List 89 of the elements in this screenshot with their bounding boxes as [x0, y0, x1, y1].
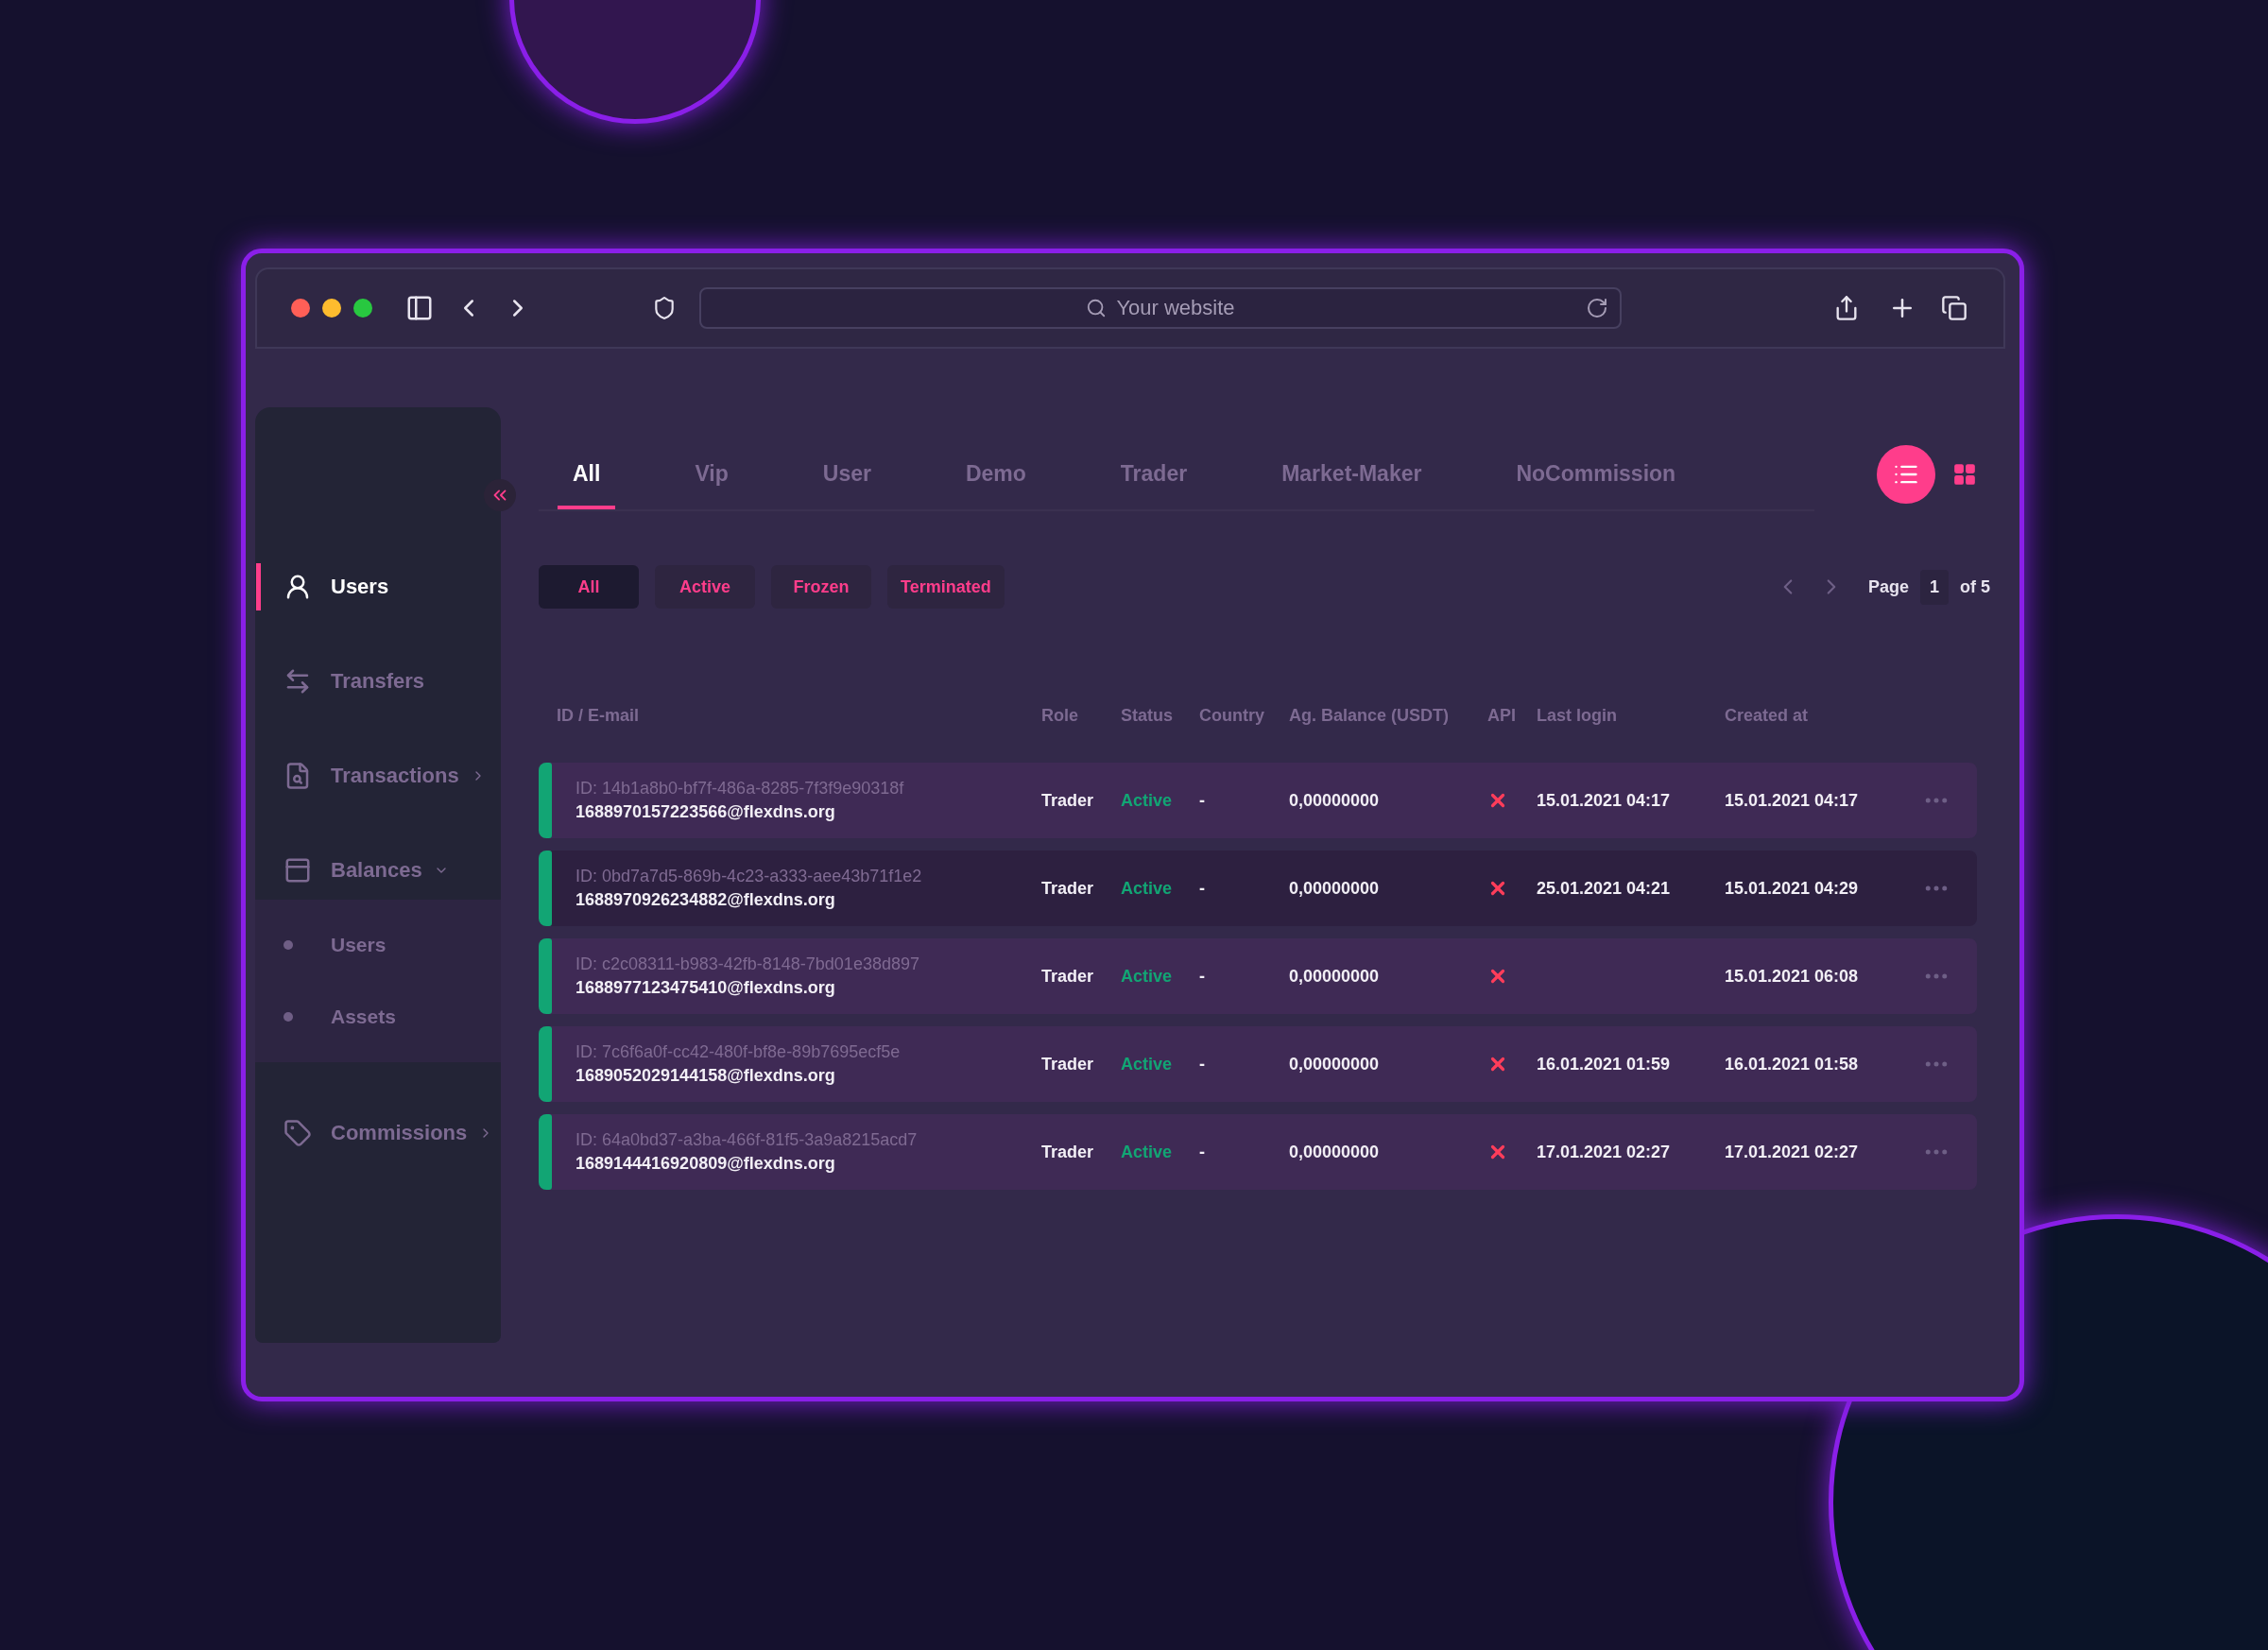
last-login-cell-text: 17.01.2021 02:27: [1537, 1142, 1672, 1162]
sidebar-item[interactable]: Users: [256, 563, 501, 610]
user-email: 1688977123475410@flexdns.org: [576, 978, 836, 998]
created-at-cell-text: 15.01.2021 06:08: [1725, 966, 1860, 987]
role-cell-text: Trader: [1041, 878, 1095, 899]
sidebar-item[interactable]: Transfers: [256, 658, 501, 705]
country-cell-text: -: [1199, 878, 1206, 899]
user-id: ID: 7c6f6a0f-cc42-480f-bf8e-89b7695ecf5e: [576, 1042, 902, 1062]
balance-cell-text: 0,00000000: [1289, 1054, 1381, 1074]
address-field[interactable]: Your website: [699, 287, 1622, 329]
address-placeholder: Your website: [1116, 296, 1235, 320]
reload-icon[interactable]: [1586, 297, 1608, 319]
sidebar-item[interactable]: Commissions: [256, 1109, 501, 1157]
user-id: ID: 64a0bd37-a3ba-466f-81f5-3a9a8215acd7: [576, 1130, 919, 1150]
filter-chip[interactable]: Frozen: [771, 565, 871, 609]
user-row[interactable]: ID: 14b1a8b0-bf7f-486a-8285-7f3f9e90318f 1688970157223566@flexdns.org Trader Active - 0,00000000 15.01.2021 04:17 15.01.2021 04:17: [539, 763, 1977, 838]
created-at-cell-text: 16.01.2021 01:58: [1725, 1054, 1860, 1074]
status-cell-text: Active: [1121, 1054, 1174, 1074]
last-login-cell-text: 25.01.2021 04:21: [1537, 878, 1672, 899]
column-header: API: [1487, 706, 1517, 726]
tab[interactable]: Vip: [679, 438, 744, 509]
balance-cell-text: 0,00000000: [1289, 1142, 1381, 1162]
status-cell-text: Active: [1121, 878, 1174, 899]
column-header: ID / E-mail: [557, 706, 641, 726]
tab[interactable]: Trader: [1105, 438, 1203, 509]
filter-chip[interactable]: All: [539, 565, 639, 609]
column-header: Status: [1121, 706, 1174, 726]
tab[interactable]: Market-Maker: [1266, 438, 1437, 509]
filter-chip[interactable]: Active: [655, 565, 755, 609]
user-email: 1689052029144158@flexdns.org: [576, 1066, 836, 1086]
user-id: ID: 0bd7a7d5-869b-4c23-a333-aee43b71f1e2: [576, 867, 923, 886]
user-email: 1688970926234882@flexdns.org: [576, 890, 836, 910]
filter-chip[interactable]: Terminated: [887, 565, 1005, 609]
search-icon: [1086, 298, 1108, 318]
column-header: Ag. Balance (USDT): [1289, 706, 1451, 726]
user-email: 1689144416920809@flexdns.org: [576, 1154, 836, 1174]
column-header: Role: [1041, 706, 1079, 726]
column-header: Last login: [1537, 706, 1618, 726]
submenu-item[interactable]: Assets: [255, 988, 501, 1045]
role-cell-text: Trader: [1041, 966, 1095, 987]
close-dot-icon[interactable]: [291, 299, 310, 318]
balance-cell-text: 0,00000000: [1289, 878, 1381, 899]
country-cell-text: -: [1199, 790, 1206, 811]
country-cell-text: -: [1199, 1142, 1206, 1162]
created-at-cell-text: 17.01.2021 02:27: [1725, 1142, 1860, 1162]
role-cell-text: Trader: [1041, 1054, 1095, 1074]
country-cell-text: -: [1199, 966, 1206, 987]
created-at-cell-text: 15.01.2021 04:29: [1725, 878, 1860, 899]
role-cell-text: Trader: [1041, 1142, 1095, 1162]
grid-icon: [1952, 462, 1977, 487]
balance-cell-text: 0,00000000: [1289, 966, 1381, 987]
status-cell-text: Active: [1121, 790, 1174, 811]
zoom-dot-icon[interactable]: [353, 299, 372, 318]
submenu-item[interactable]: Users: [255, 917, 501, 973]
bullet-icon: [284, 1012, 293, 1022]
last-login-cell-text: 16.01.2021 01:59: [1537, 1054, 1672, 1074]
sidebar-item[interactable]: Transactions: [256, 752, 501, 799]
page-label: Page: [1867, 576, 1909, 597]
window-icon: [284, 856, 312, 885]
user-id: ID: c2c08311-b983-42fb-8148-7bd01e38d897: [576, 954, 920, 974]
country-cell-text: -: [1199, 1054, 1206, 1074]
shield-icon[interactable]: [652, 296, 677, 320]
page-number[interactable]: 1: [1919, 569, 1949, 605]
user-email: 1688970157223566@flexdns.org: [576, 802, 836, 822]
sidebar-toggle-icon[interactable]: [405, 294, 434, 322]
tab[interactable]: User: [807, 438, 886, 509]
column-header: Created at: [1725, 706, 1810, 726]
column-header: Country: [1199, 706, 1265, 726]
sidebar-item[interactable]: Balances: [256, 847, 501, 894]
balance-cell-text: 0,00000000: [1289, 790, 1381, 811]
tab[interactable]: Demo: [950, 438, 1041, 509]
minimize-dot-icon[interactable]: [322, 299, 341, 318]
tab[interactable]: NoCommission: [1501, 438, 1692, 509]
tabs-overview-icon[interactable]: [1941, 295, 1967, 321]
status-cell-text: Active: [1121, 966, 1174, 987]
user-row[interactable]: ID: 7c6f6a0f-cc42-480f-bf8e-89b7695ecf5e 1689052029144158@flexdns.org Trader Active - 0,00000000 16.01.2021 01:59 16.01.2021 01:58: [539, 1026, 1977, 1102]
page-total: of 5: [1960, 576, 1990, 597]
user-row[interactable]: ID: 64a0bd37-a3ba-466f-81f5-3a9a8215acd7 1689144416920809@flexdns.org Trader Active - 0,00000000 17.01.2021 02:27 17.01.2021 02:27: [539, 1114, 1977, 1190]
last-login-cell-text: 15.01.2021 04:17: [1537, 790, 1672, 811]
tag-icon: [284, 1119, 312, 1147]
bullet-icon: [284, 940, 293, 950]
collapse-button[interactable]: [484, 479, 516, 511]
tab[interactable]: All: [558, 438, 616, 509]
user-row[interactable]: ID: 0bd7a7d5-869b-4c23-a333-aee43b71f1e2 1688970926234882@flexdns.org Trader Active - 0,00000000 25.01.2021 04:21 15.01.2021 04:29: [539, 851, 1977, 926]
user-row[interactable]: ID: c2c08311-b983-42fb-8148-7bd01e38d897 1688977123475410@flexdns.org Trader Active - 0,00000000 15.01.2021 06:08: [539, 938, 1977, 1014]
role-cell-text: Trader: [1041, 790, 1095, 811]
created-at-cell-text: 15.01.2021 04:17: [1725, 790, 1860, 811]
user-id: ID: 14b1a8b0-bf7f-486a-8285-7f3f9e90318f: [576, 779, 905, 799]
status-cell-text: Active: [1121, 1142, 1174, 1162]
